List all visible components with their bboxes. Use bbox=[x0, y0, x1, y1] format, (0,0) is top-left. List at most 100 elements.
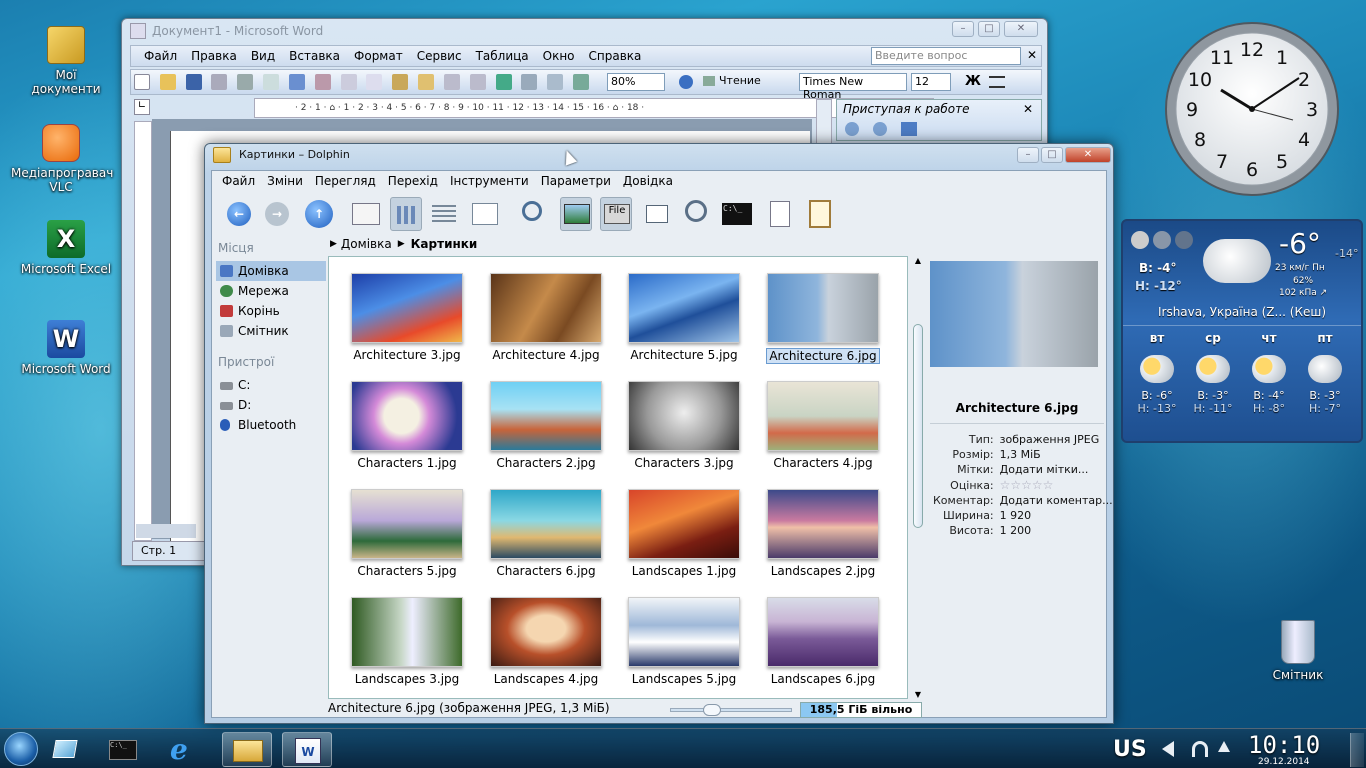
network-icon[interactable] bbox=[1192, 741, 1208, 757]
menu-help[interactable]: Довідка bbox=[617, 171, 679, 191]
desktop-icon-my-documents[interactable]: Мої документи bbox=[20, 26, 112, 96]
columns-view-icon[interactable] bbox=[470, 197, 502, 231]
keyboard-layout[interactable]: US bbox=[1113, 737, 1147, 762]
clock-time[interactable]: 10:10 bbox=[1248, 731, 1320, 759]
file-item[interactable]: Landscapes 3.jpg bbox=[347, 597, 467, 686]
hyperlink-icon[interactable] bbox=[495, 74, 512, 90]
menu-file[interactable]: Файл bbox=[137, 46, 184, 66]
help-search-input[interactable]: Введите вопрос bbox=[871, 47, 1021, 65]
desktop-icon-vlc[interactable]: Медіапрогравач VLC bbox=[11, 124, 113, 194]
close-pane-icon[interactable]: ✕ bbox=[1023, 102, 1033, 116]
desktop-icon-word[interactable]: W Microsoft Word bbox=[20, 320, 112, 376]
find-icon[interactable] bbox=[682, 197, 714, 231]
menu-edit[interactable]: Правка bbox=[184, 46, 244, 66]
tab-selector[interactable]: ∟ bbox=[134, 99, 150, 115]
font-size-select[interactable]: 12 bbox=[911, 73, 951, 91]
device-bluetooth[interactable]: Bluetooth bbox=[216, 415, 326, 435]
start-button[interactable] bbox=[4, 732, 38, 766]
file-item[interactable]: Landscapes 6.jpg bbox=[763, 597, 883, 686]
cut-icon[interactable] bbox=[340, 74, 357, 90]
menu-service[interactable]: Сервис bbox=[410, 46, 469, 66]
menu-view[interactable]: Перегляд bbox=[309, 171, 382, 191]
home-icon[interactable] bbox=[901, 122, 917, 136]
close-doc-icon[interactable]: ✕ bbox=[1027, 48, 1037, 62]
minimize-button[interactable]: – bbox=[1017, 147, 1039, 163]
file-item[interactable]: Characters 3.jpg bbox=[624, 381, 744, 470]
split-view-icon[interactable]: File bbox=[600, 197, 632, 231]
dolphin-window[interactable]: Картинки – Dolphin – □ ✕ Файл Зміни Перегл… bbox=[204, 143, 1114, 724]
zoom-select[interactable]: 80% bbox=[607, 73, 665, 91]
add-comment-link[interactable]: Додати коментар... bbox=[997, 493, 1116, 508]
menu-file[interactable]: Файл bbox=[216, 171, 261, 191]
file-item[interactable]: Landscapes 4.jpg bbox=[486, 597, 606, 686]
file-item[interactable]: Characters 1.jpg bbox=[347, 381, 467, 470]
print-icon[interactable] bbox=[237, 74, 254, 90]
zoom-slider-handle[interactable] bbox=[703, 704, 721, 716]
menu-insert[interactable]: Вставка bbox=[282, 46, 347, 66]
place-trash[interactable]: Смітник bbox=[216, 321, 326, 341]
scroll-down-icon[interactable]: ▼ bbox=[912, 690, 924, 699]
file-item[interactable]: Characters 4.jpg bbox=[763, 381, 883, 470]
volume-icon[interactable] bbox=[1162, 741, 1174, 757]
weather-widget[interactable]: В: -4° Н: -12° -6° -14° 23 км/г Пн 62% 1… bbox=[1121, 219, 1363, 443]
file-item[interactable]: Landscapes 2.jpg bbox=[763, 489, 883, 578]
menu-edit[interactable]: Зміни bbox=[261, 171, 309, 191]
taskbar-browser[interactable]: e bbox=[158, 732, 208, 767]
new-doc-icon[interactable] bbox=[134, 74, 150, 90]
forward-icon[interactable]: → bbox=[260, 197, 292, 231]
minimize-button[interactable]: – bbox=[952, 21, 974, 37]
place-network[interactable]: Мережа bbox=[216, 281, 326, 301]
device-d[interactable]: D: bbox=[216, 395, 326, 415]
research-icon[interactable] bbox=[314, 74, 331, 90]
print-preview-icon[interactable] bbox=[263, 74, 280, 90]
scroll-thumb[interactable] bbox=[913, 324, 923, 528]
rating-stars[interactable]: ☆☆☆☆☆ bbox=[997, 477, 1116, 493]
taskbar-word[interactable]: W bbox=[282, 732, 332, 767]
menu-settings[interactable]: Параметри bbox=[535, 171, 617, 191]
file-item[interactable]: Architecture 4.jpg bbox=[486, 273, 606, 362]
file-item[interactable]: Landscapes 5.jpg bbox=[624, 597, 744, 686]
file-item[interactable]: Characters 2.jpg bbox=[486, 381, 606, 470]
help-icon[interactable] bbox=[679, 75, 693, 89]
open-icon[interactable] bbox=[159, 74, 176, 90]
menu-go[interactable]: Перехід bbox=[382, 171, 444, 191]
paste-icon[interactable] bbox=[804, 197, 836, 231]
menu-window[interactable]: Окно bbox=[536, 46, 582, 66]
place-home[interactable]: Домівка bbox=[216, 261, 326, 281]
menu-tools[interactable]: Інструменти bbox=[444, 171, 535, 191]
forward-icon[interactable] bbox=[873, 122, 887, 136]
search-icon[interactable] bbox=[518, 197, 550, 231]
settings-icon[interactable] bbox=[1175, 231, 1193, 249]
zoom-slider[interactable] bbox=[670, 704, 792, 716]
drawing-icon[interactable] bbox=[573, 74, 590, 90]
place-root[interactable]: Корінь bbox=[216, 301, 326, 321]
terminal-icon[interactable]: C:\_ bbox=[722, 197, 754, 231]
insert-table-icon[interactable] bbox=[547, 74, 564, 90]
file-item[interactable]: Landscapes 1.jpg bbox=[624, 489, 744, 578]
paste-icon[interactable] bbox=[392, 74, 409, 90]
copy-icon[interactable] bbox=[366, 74, 383, 90]
desktop-icon-trash[interactable]: Смітник bbox=[1252, 620, 1344, 682]
tables-borders-icon[interactable] bbox=[521, 74, 538, 90]
show-hidden-icons-icon[interactable] bbox=[1218, 741, 1230, 752]
add-tags-link[interactable]: Додати мітки... bbox=[997, 462, 1116, 477]
new-folder-icon[interactable] bbox=[350, 197, 382, 231]
back-icon[interactable] bbox=[845, 122, 859, 136]
up-icon[interactable]: ↑ bbox=[302, 197, 334, 231]
details-view-icon[interactable] bbox=[428, 197, 460, 231]
spelling-icon[interactable] bbox=[288, 74, 305, 90]
font-select[interactable]: Times New Roman bbox=[799, 73, 907, 101]
scroll-up-icon[interactable]: ▲ bbox=[912, 256, 924, 265]
clock-date[interactable]: 29.12.2014 bbox=[1258, 757, 1310, 767]
breadcrumb-home[interactable]: Домівка bbox=[341, 237, 392, 251]
file-item[interactable]: Characters 6.jpg bbox=[486, 489, 606, 578]
undo-icon[interactable] bbox=[443, 74, 460, 90]
new-tab-icon[interactable] bbox=[642, 197, 674, 231]
format-painter-icon[interactable] bbox=[418, 74, 435, 90]
menu-view[interactable]: Вид bbox=[244, 46, 282, 66]
menu-help[interactable]: Справка bbox=[582, 46, 649, 66]
file-item[interactable]: Architecture 5.jpg bbox=[624, 273, 744, 362]
preview-icon[interactable] bbox=[560, 197, 592, 231]
close-button[interactable]: ✕ bbox=[1065, 147, 1111, 163]
bold-button[interactable]: Ж bbox=[965, 74, 981, 89]
